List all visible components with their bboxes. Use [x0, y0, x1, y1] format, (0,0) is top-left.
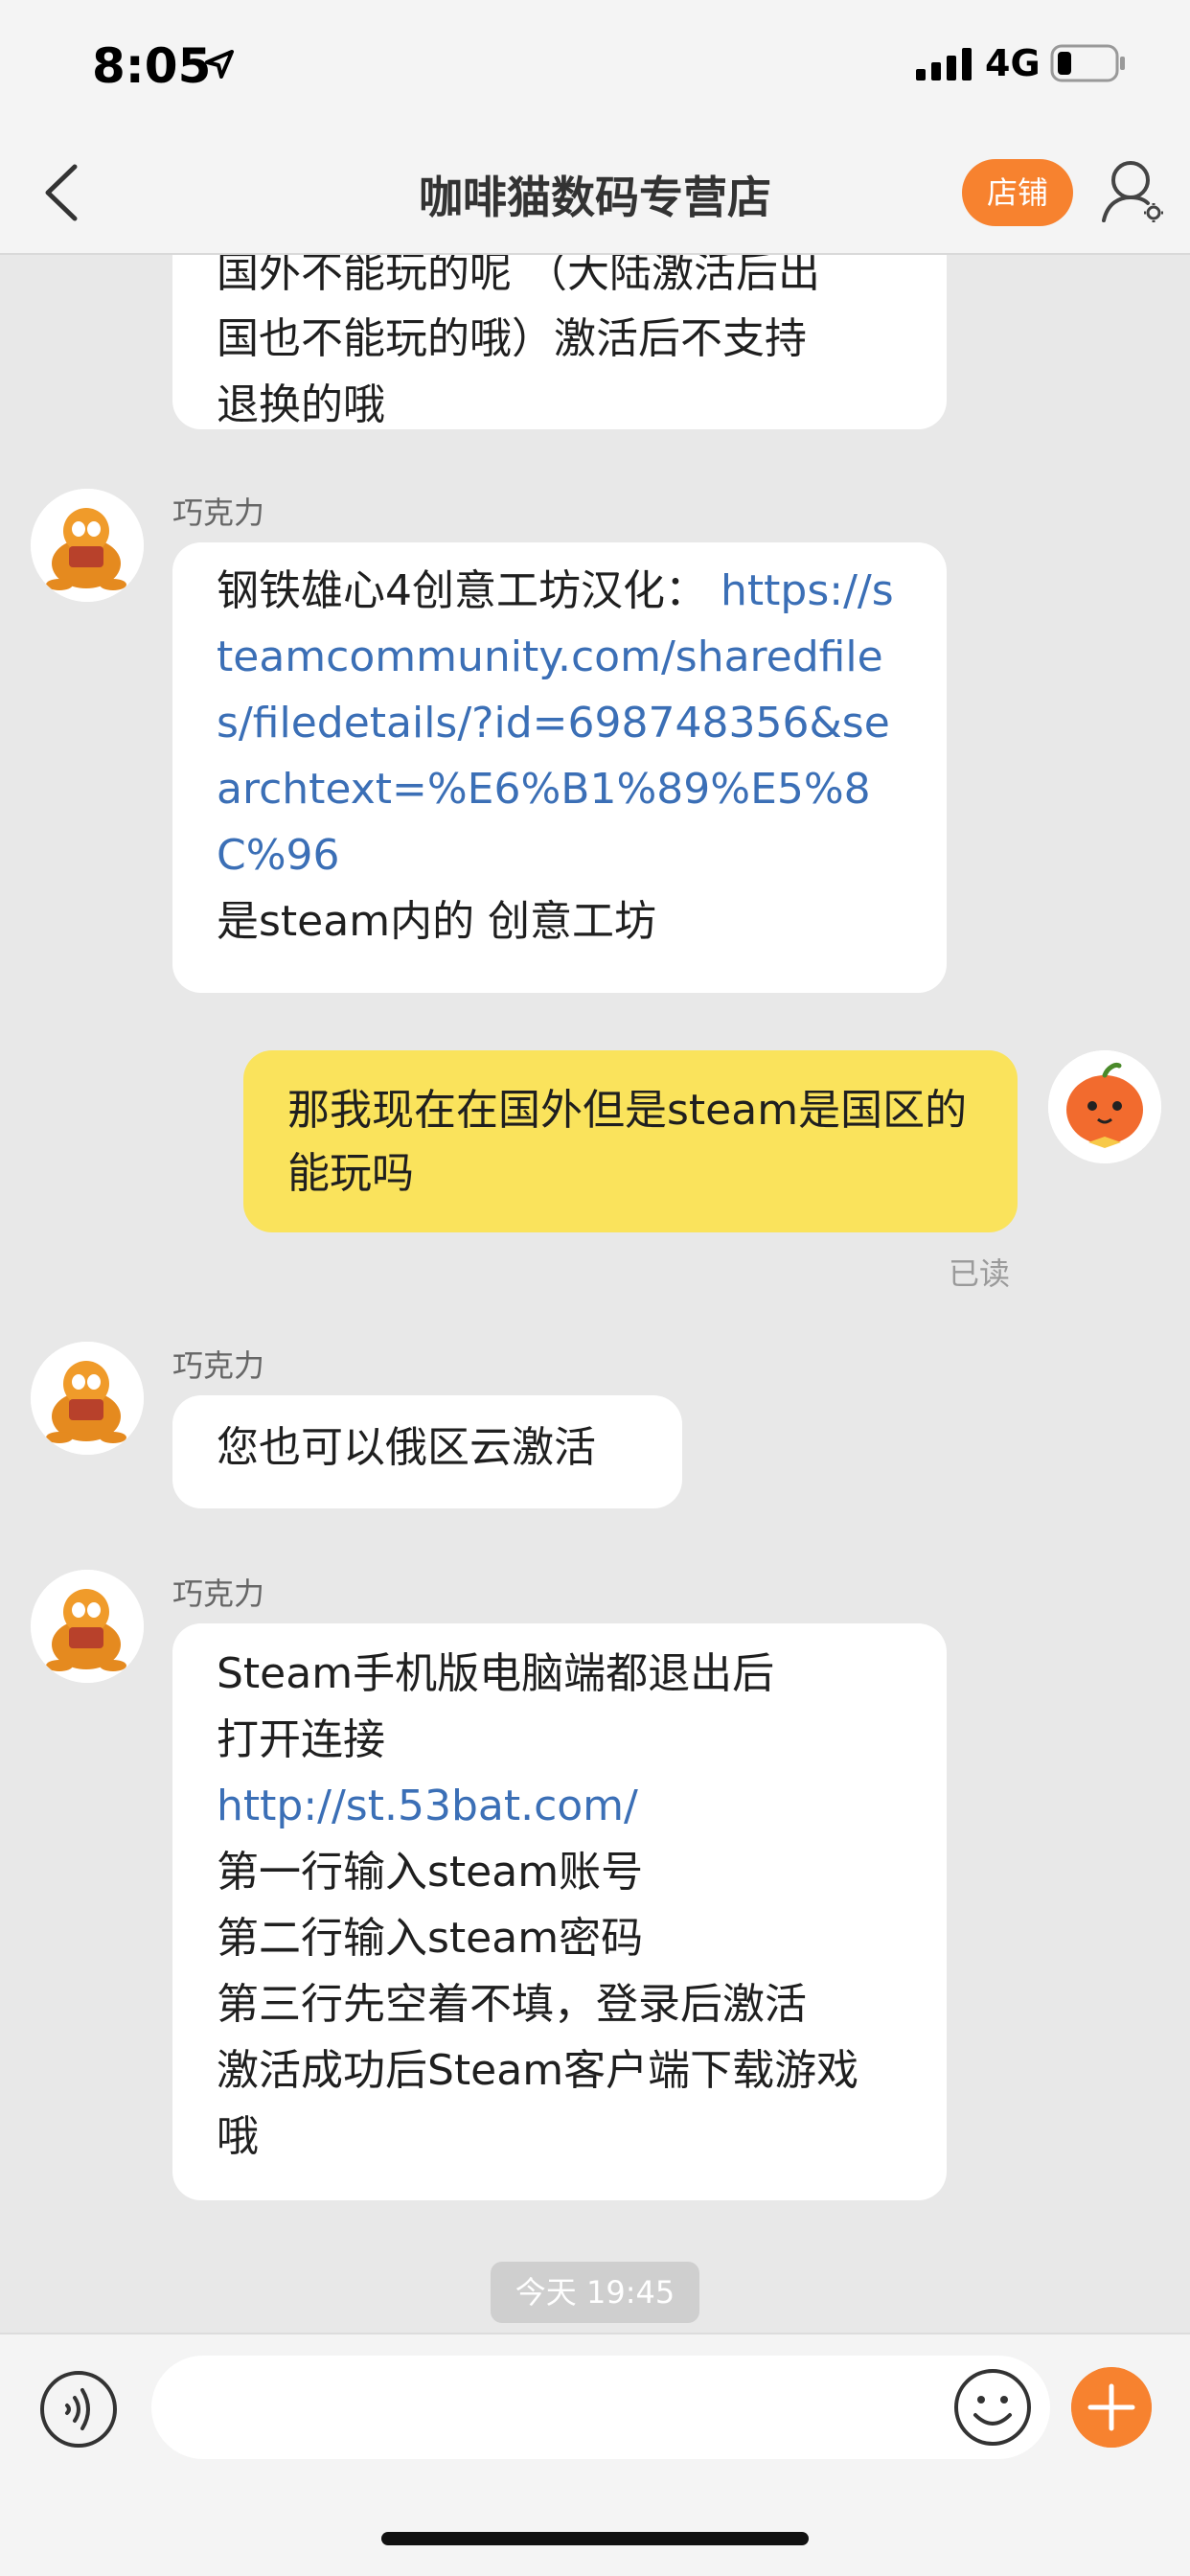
message-bubble[interactable]: Steam手机版电脑端都退出后 打开连接 http://st.53bat.com… [172, 1623, 947, 2200]
user-profile-icon[interactable] [1098, 157, 1165, 228]
avatar[interactable] [31, 1570, 144, 1683]
location-arrow-icon [205, 50, 234, 79]
message-input-bar [0, 2333, 1190, 2576]
message-bubble[interactable]: 钢铁雄心4创意工坊汉化： https://steamcommunity.com/… [172, 542, 947, 993]
read-receipt: 已读 [949, 1255, 1011, 1292]
message-line: 第三行先空着不填，登录后激活 [217, 1980, 807, 2029]
my-avatar[interactable] [1048, 1050, 1161, 1163]
emoji-icon[interactable] [952, 2367, 1033, 2448]
battery-icon [1050, 44, 1125, 82]
message-line: Steam手机版电脑端都退出后 [217, 1649, 775, 1698]
message-line: 退换的哦 [217, 380, 385, 429]
message-text: 那我现在在国外但是steam是国区的能玩吗 [287, 1086, 968, 1198]
message-text: 您也可以俄区云激活 [217, 1423, 596, 1472]
avatar[interactable] [31, 1342, 144, 1455]
message-bubble[interactable]: 国外不能玩的呢 （大陆激活后出 国也不能玩的哦）激活后不支持 退换的哦 [172, 255, 947, 429]
message-bubble[interactable]: 您也可以俄区云激活 [172, 1395, 682, 1508]
message-line: 第二行输入steam密码 [217, 1914, 644, 1963]
message-input[interactable] [151, 2356, 1050, 2459]
message-line: 激活成功后Steam客户端下载游戏哦 [217, 2046, 859, 2161]
sender-name: 巧克力 [172, 494, 265, 531]
message-link[interactable]: http://st.53bat.com/ [217, 1773, 901, 1839]
voice-input-icon[interactable] [38, 2369, 119, 2450]
sender-name: 巧克力 [172, 1576, 265, 1612]
message-line: 国也不能玩的哦）激活后不支持 [217, 314, 807, 363]
message-text: 是steam内的 创意工坊 [217, 897, 657, 946]
garfield-avatar-icon [31, 1570, 144, 1683]
shop-button[interactable]: 店铺 [962, 159, 1073, 226]
sender-name: 巧克力 [172, 1347, 265, 1384]
message-text: 钢铁雄心4创意工坊汉化： [217, 566, 707, 615]
pumpkin-avatar-icon [1048, 1050, 1161, 1163]
my-message-bubble[interactable]: 那我现在在国外但是steam是国区的能玩吗 [243, 1050, 1018, 1232]
home-indicator[interactable] [381, 2532, 809, 2545]
garfield-avatar-icon [31, 489, 144, 602]
chat-message-list[interactable]: 国外不能玩的呢 （大陆激活后出 国也不能玩的哦）激活后不支持 退换的哦 巧克力 … [0, 255, 1190, 2333]
message-timestamp: 今天 19:45 [491, 2262, 699, 2323]
plus-icon[interactable] [1071, 2367, 1152, 2448]
garfield-avatar-icon [31, 1342, 144, 1455]
network-type: 4G [985, 42, 1041, 84]
message-line: 打开连接 [217, 1715, 385, 1764]
status-bar: 8:05 4G [0, 0, 1190, 134]
navigation-bar: 咖啡猫数码专营店 店铺 [0, 134, 1190, 255]
cellular-signal-icon [916, 48, 972, 80]
clock: 8:05 [92, 38, 212, 94]
message-line: 第一行输入steam账号 [217, 1848, 644, 1897]
message-line: 国外不能玩的呢 （大陆激活后出 [217, 255, 820, 297]
avatar[interactable] [31, 489, 144, 602]
